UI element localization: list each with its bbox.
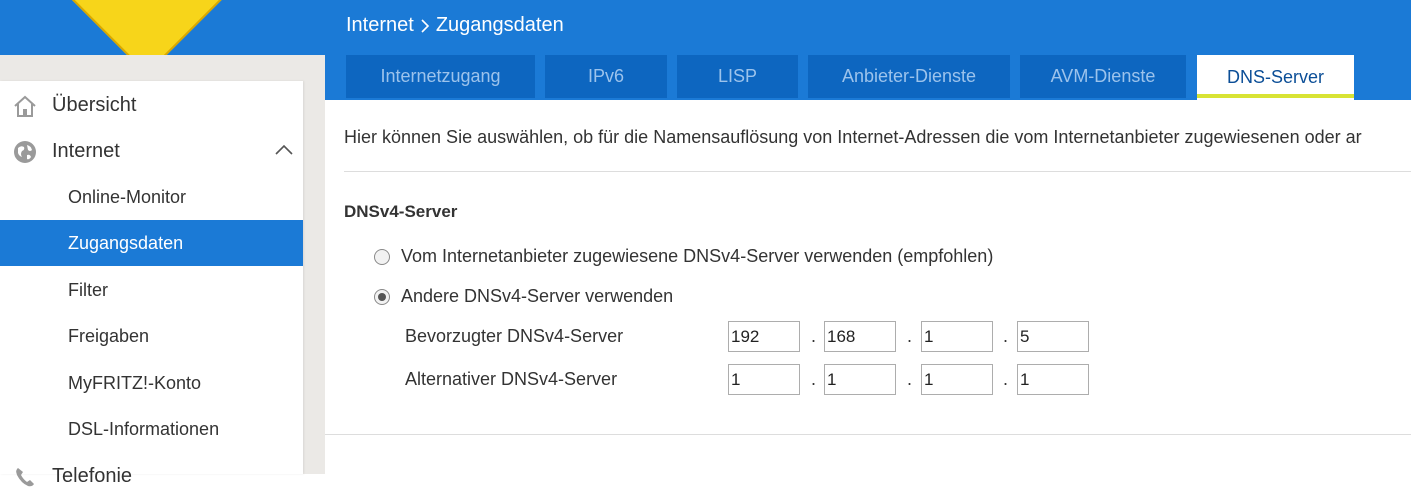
radio-button[interactable] (374, 248, 390, 265)
preferred-dns-octet-2[interactable] (824, 321, 896, 352)
chevron-up-icon[interactable] (274, 140, 294, 160)
radio-button-checked[interactable] (374, 288, 390, 305)
sidebar-item-label: DSL-Informationen (68, 418, 220, 439)
radio-label: Andere DNSv4-Server verwenden (401, 286, 674, 306)
alternative-dns-octet-3[interactable] (921, 364, 993, 395)
divider (344, 171, 1411, 172)
sidebar-item-uebersicht[interactable]: Übersicht (0, 82, 303, 128)
sidebar-item-online-monitor[interactable]: Online-Monitor (0, 174, 303, 220)
sidebar-item-dsl-informationen[interactable]: DSL-Informationen (0, 406, 303, 452)
tab-label: Anbieter-Dienste (841, 66, 977, 86)
fritz-logo[interactable] (59, 0, 229, 55)
globe-icon (14, 141, 36, 163)
ip-separator: . (907, 326, 913, 346)
sidebar-item-freigaben[interactable]: Freigaben (0, 313, 303, 359)
radio-label: Vom Internetanbieter zugewiesene DNSv4-S… (401, 246, 994, 266)
tab-internetzugang[interactable]: Internetzugang (346, 55, 535, 98)
sidebar-item-label: Übersicht (52, 93, 137, 116)
sidebar-item-zugangsdaten[interactable]: Zugangsdaten (0, 220, 303, 266)
sidebar-item-filter[interactable]: Filter (0, 267, 303, 313)
ip-separator: . (811, 369, 817, 389)
chevron-right-icon (421, 18, 429, 33)
tab-label: IPv6 (587, 66, 625, 86)
radio-option-custom-dns[interactable]: Andere DNSv4-Server verwenden (374, 286, 673, 307)
home-icon (14, 95, 36, 117)
sidebar-item-internet[interactable]: Internet (0, 128, 303, 174)
tab-anbieter-dienste[interactable]: Anbieter-Dienste (808, 55, 1010, 98)
tab-ipv6[interactable]: IPv6 (545, 55, 667, 98)
preferred-dns-octet-1[interactable] (728, 321, 800, 352)
logo-area (0, 0, 325, 55)
preferred-dns-octet-4[interactable] (1017, 321, 1089, 352)
tab-label: Internetzugang (380, 66, 501, 86)
section-title: DNSv4-Server (344, 202, 458, 221)
sidebar-item-myfritz-konto[interactable]: MyFRITZ!-Konto (0, 360, 303, 406)
tab-label: LISP (717, 66, 758, 86)
preferred-dns-octet-3[interactable] (921, 321, 993, 352)
sidebar-item-label: Telefonie (52, 464, 133, 487)
radio-option-provider-dns[interactable]: Vom Internetanbieter zugewiesene DNSv4-S… (374, 246, 993, 267)
sidebar-item-telefonie[interactable]: Telefonie (0, 453, 303, 499)
sidebar-item-label: Freigaben (68, 325, 150, 346)
alternative-dns-octet-1[interactable] (728, 364, 800, 395)
main-content: Hier können Sie auswählen, ob für die Na… (325, 100, 1411, 474)
sidebar-item-label: Internet (52, 139, 120, 162)
ip-separator: . (1003, 369, 1009, 389)
divider (325, 434, 1411, 435)
alternative-dns-octet-4[interactable] (1017, 364, 1089, 395)
ip-separator: . (1003, 326, 1009, 346)
breadcrumb-root[interactable]: Internet (346, 14, 414, 37)
tab-avm-dienste[interactable]: AVM-Dienste (1020, 55, 1186, 98)
sidebar-item-label: Zugangsdaten (68, 232, 184, 253)
alternative-dns-octet-2[interactable] (824, 364, 896, 395)
ip-separator: . (811, 326, 817, 346)
phone-icon (16, 468, 34, 487)
intro-text: Hier können Sie auswählen, ob für die Na… (344, 127, 1362, 147)
sidebar: Übersicht Internet Online-Monitor Zugang… (0, 81, 303, 487)
sidebar-item-label: Filter (68, 279, 108, 300)
active-tab-indicator (1197, 94, 1354, 98)
preferred-dns-label: Bevorzugter DNSv4-Server (405, 326, 624, 346)
tab-label: DNS-Server (1226, 67, 1324, 87)
tab-label: AVM-Dienste (1050, 66, 1156, 86)
sidebar-item-label: Online-Monitor (68, 186, 187, 207)
breadcrumb: Internet Zugangsdaten (346, 14, 564, 37)
tab-lisp[interactable]: LISP (677, 55, 798, 98)
alternative-dns-label: Alternativer DNSv4-Server (405, 369, 618, 389)
sidebar-item-label: MyFRITZ!-Konto (68, 372, 202, 393)
breadcrumb-current: Zugangsdaten (435, 14, 564, 36)
ip-separator: . (907, 369, 913, 389)
